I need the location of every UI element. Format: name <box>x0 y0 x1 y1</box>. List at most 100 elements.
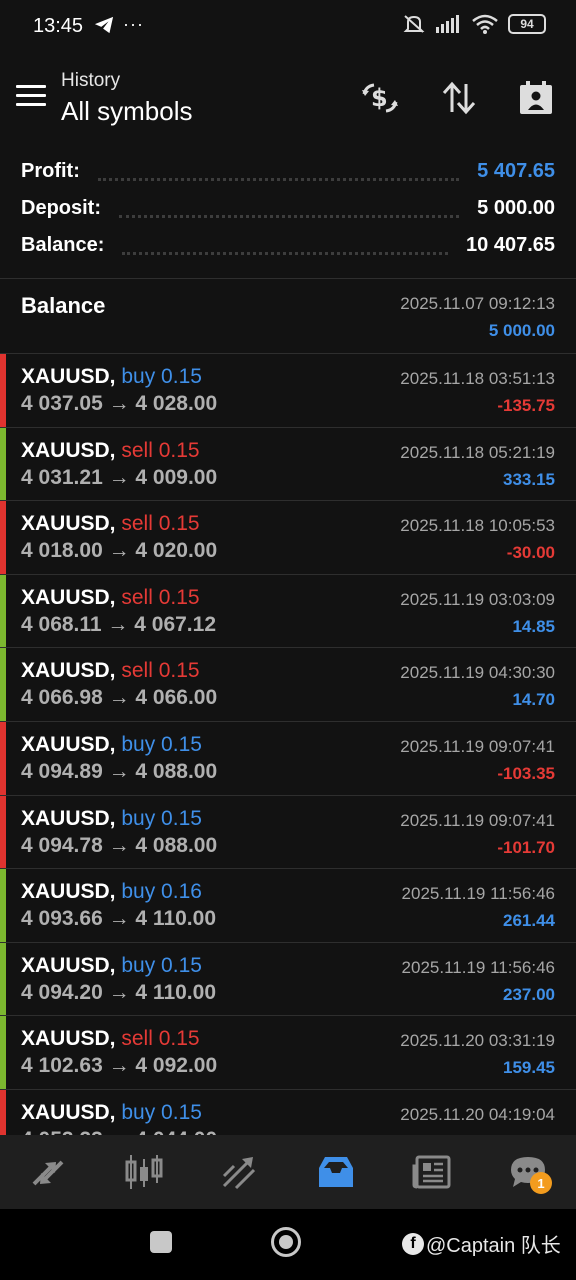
deposit-label: Deposit: <box>21 197 101 219</box>
symbol-name: XAUUSD, <box>21 659 116 683</box>
symbol-name: XAUUSD, <box>21 512 116 536</box>
trade-side-volume: buy 0.16 <box>121 880 202 904</box>
trade-row[interactable]: XAUUSD, sell 0.15 4 018.00 → 4 020.00 2025… <box>0 501 576 575</box>
trade-profit: -103.35 <box>497 763 555 783</box>
sort-button[interactable] <box>435 74 483 122</box>
trade-row[interactable]: XAUUSD, sell 0.15 4 031.21 → 4 009.00 2025… <box>0 427 576 502</box>
more-notifications-icon: ··· <box>123 14 144 34</box>
trade-symbol: XAUUSD, buy 0.15 <box>21 733 202 757</box>
trade-prices: 4 068.11 → 4 067.12 <box>21 612 216 636</box>
trade-row[interactable]: XAUUSD, buy 0.15 4 053.23 → 4 044.00 2025.… <box>0 1089 576 1135</box>
page-title[interactable]: All symbols <box>61 96 192 127</box>
trade-profit: 159.45 <box>503 1058 555 1078</box>
trade-side-volume: buy 0.15 <box>121 365 202 388</box>
quotes-icon <box>32 1160 64 1186</box>
trade-result-indicator <box>0 942 6 1016</box>
trade-profit: -101.70 <box>497 837 555 857</box>
dollar-exchange-icon: $ <box>362 83 398 113</box>
trade-row[interactable]: XAUUSD, sell 0.15 4 066.98 → 4 066.00 2025… <box>0 648 576 722</box>
trade-result-indicator <box>0 1089 6 1135</box>
profit-row: Profit: 5 407.65 <box>21 153 555 190</box>
trade-time: 2025.11.19 11:56:46 <box>401 957 555 977</box>
trade-prices: 4 053.23 → 4 044.00 <box>21 1128 217 1135</box>
trade-row[interactable]: XAUUSD, sell 0.15 4 102.63 → 4 092.00 2025… <box>0 1016 576 1090</box>
symbol-name: XAUUSD, <box>21 585 116 609</box>
symbol-name: XAUUSD, <box>21 1100 116 1124</box>
trade-time: 2025.11.18 03:51:13 <box>400 369 555 388</box>
facebook-logo-icon: f <box>402 1232 424 1255</box>
deposit-value: 5 000.00 <box>477 197 555 219</box>
signal-icon <box>436 15 459 33</box>
status-time: 13:45 <box>33 15 84 37</box>
watermark: f @Captain 队长 <box>402 1229 561 1258</box>
history-list[interactable]: Balance 2025.11.07 09:12:13 5 000.00 XAU… <box>0 279 576 1135</box>
symbol-name: XAUUSD, <box>21 438 116 462</box>
trade-time: 2025.11.19 04:30:30 <box>400 663 555 683</box>
trade-result-indicator <box>0 1016 6 1089</box>
trade-profit: 14.85 <box>512 616 555 636</box>
trade-side-volume: sell 0.15 <box>121 512 200 536</box>
trade-side-volume: buy 0.15 <box>121 732 202 756</box>
trade-row[interactable]: XAUUSD, sell 0.15 4 068.11 → 4 067.12 2025… <box>0 574 576 649</box>
trade-profit: 237.00 <box>503 984 555 1004</box>
home-button[interactable] <box>271 1227 301 1257</box>
trade-result-indicator <box>0 574 6 648</box>
trade-side-volume: sell 0.15 <box>121 585 200 609</box>
deposit-filter-button[interactable]: $ <box>356 74 404 122</box>
trade-side-volume: buy 0.15 <box>121 806 202 830</box>
news-icon <box>412 1155 451 1189</box>
profit-label: Profit: <box>21 160 80 182</box>
trade-prices: 4 037.05 → 4 028.00 <box>21 392 218 415</box>
symbol-name: XAUUSD, <box>21 365 116 388</box>
recents-button[interactable] <box>150 1231 172 1253</box>
trade-row[interactable]: XAUUSD, buy 0.15 4 094.89 → 4 088.00 2025.… <box>0 721 576 796</box>
nav-chart[interactable] <box>96 1135 192 1209</box>
trade-side-volume: sell 0.15 <box>121 1027 200 1051</box>
deposit-row: Deposit: 5 000.00 <box>21 190 555 227</box>
trade-prices: 4 066.98 → 4 066.00 <box>21 686 218 710</box>
calendar-icon <box>520 81 552 114</box>
trade-time: 2025.11.20 04:19:04 <box>400 1104 555 1124</box>
trade-time: 2025.11.19 09:07:41 <box>400 810 555 830</box>
trade-row[interactable]: XAUUSD, buy 0.15 4 094.20 → 4 110.00 2025.… <box>0 942 576 1017</box>
trade-symbol: XAUUSD, sell 0.15 <box>21 512 200 536</box>
trade-symbol: XAUUSD, buy 0.15 <box>21 1101 202 1125</box>
balance-value: 10 407.65 <box>466 234 555 256</box>
trade-time: 2025.11.18 10:05:53 <box>400 516 555 536</box>
calendar-button[interactable] <box>512 74 560 122</box>
trade-profit: -30.00 <box>506 543 555 563</box>
nav-quotes[interactable] <box>0 1135 96 1209</box>
balance-operation-row[interactable]: Balance 2025.11.07 09:12:13 5 000.00 <box>0 279 576 354</box>
menu-icon-line <box>16 85 46 88</box>
svg-text:$: $ <box>371 84 388 112</box>
trade-row[interactable]: XAUUSD, buy 0.15 4 094.78 → 4 088.00 2025.… <box>0 795 576 870</box>
trade-row[interactable]: XAUUSD, buy 0.15 4 037.05 → 4 028.00 2025.… <box>0 354 576 428</box>
dotted-leader <box>97 159 460 181</box>
page-subtitle: History <box>61 70 121 91</box>
balance-operation-amount: 5 000.00 <box>488 321 555 340</box>
app-bar: History All symbols $ <box>0 52 576 148</box>
symbol-name: XAUUSD, <box>21 806 116 830</box>
trade-time: 2025.11.19 11:56:46 <box>401 884 555 904</box>
trade-time: 2025.11.18 05:21:19 <box>400 442 555 462</box>
nav-messages[interactable]: 1 <box>480 1135 576 1209</box>
balance-operation-time: 2025.11.07 09:12:13 <box>400 294 555 313</box>
nav-news[interactable] <box>384 1135 480 1209</box>
symbol-name: XAUUSD, <box>21 732 116 756</box>
profit-value: 5 407.65 <box>477 160 555 182</box>
trade-symbol: XAUUSD, sell 0.15 <box>21 1027 200 1051</box>
trade-prices: 4 018.00 → 4 020.00 <box>21 539 218 563</box>
menu-button[interactable] <box>16 85 46 109</box>
status-notifications: ··· <box>93 14 144 35</box>
trade-profit: 14.70 <box>512 690 555 710</box>
trade-prices: 4 102.63 → 4 092.00 <box>21 1054 218 1078</box>
nav-history[interactable] <box>288 1135 384 1209</box>
history-summary: Profit: 5 407.65 Deposit: 5 000.00 Balan… <box>0 152 576 278</box>
nav-trade[interactable] <box>192 1135 288 1209</box>
wifi-icon <box>472 14 498 34</box>
trade-prices: 4 031.21 → 4 009.00 <box>21 465 218 489</box>
trade-row[interactable]: XAUUSD, buy 0.16 4 093.66 → 4 110.00 2025.… <box>0 869 576 943</box>
watermark-text: @Captain 队长 <box>426 1235 561 1257</box>
trade-time: 2025.11.20 03:31:19 <box>400 1031 555 1051</box>
dotted-leader <box>122 233 449 255</box>
